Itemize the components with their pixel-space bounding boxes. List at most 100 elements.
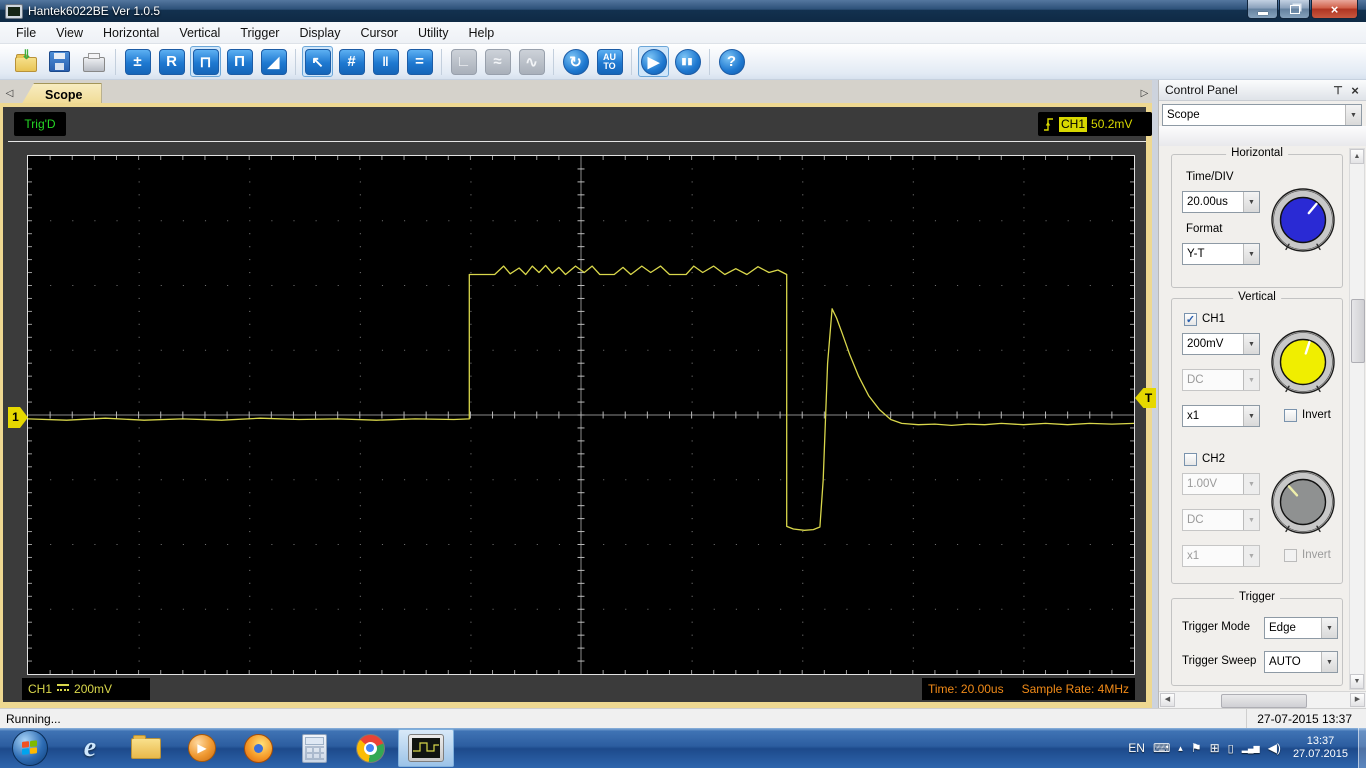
keyboard-icon[interactable]: ⌨ xyxy=(1153,741,1170,755)
auto-set-button[interactable]: AU TO xyxy=(594,46,625,77)
network-signal-icon[interactable]: ▂▄▆ xyxy=(1242,744,1260,753)
scope-separator xyxy=(8,141,1146,142)
taskbar-media-player[interactable]: ▶ xyxy=(174,729,230,767)
menu-bar: FileViewHorizontalVerticalTriggerDisplay… xyxy=(0,22,1366,44)
title-bar: Hantek6022BE Ver 1.0.5 × xyxy=(0,0,1366,22)
taskbar-hantek-scope[interactable] xyxy=(398,729,454,767)
chevron-down-icon: ▼ xyxy=(1243,546,1259,566)
ch1-scale-select[interactable]: 200mV▼ xyxy=(1182,333,1260,355)
ch2-position-knob[interactable] xyxy=(1268,467,1338,537)
system-tray: EN ⌨ ▴ ⚑ ⊞ ▯ ▂▄▆ ◀) 13:3727.07.2015 xyxy=(1128,728,1366,768)
panel-vertical-scrollbar[interactable]: ▲ ▼ xyxy=(1349,148,1365,690)
minimize-button[interactable] xyxy=(1247,0,1278,19)
file-explorer-icon xyxy=(131,738,161,759)
taskbar-internet-explorer[interactable]: e xyxy=(62,729,118,767)
math-button[interactable]: ± xyxy=(122,46,153,77)
chevron-down-icon: ▼ xyxy=(1243,192,1259,212)
start-button[interactable] xyxy=(12,730,48,766)
ch1-invert-checkbox[interactable] xyxy=(1284,409,1297,422)
trigger-sweep-label: Trigger Sweep xyxy=(1182,655,1256,667)
pin-icon[interactable]: ⊤ xyxy=(1330,84,1346,97)
pause-button[interactable]: ▮▮ xyxy=(672,46,703,77)
battery-icon[interactable]: ▯ xyxy=(1228,742,1234,755)
ramp-wave-icon: ◢ xyxy=(261,49,287,75)
help-button[interactable]: ? xyxy=(716,46,747,77)
panel-mode-select[interactable]: Scope▼ xyxy=(1162,104,1362,126)
trigger-info: CH1 50.2mV xyxy=(1038,112,1152,136)
ch1-probe-select[interactable]: x1▼ xyxy=(1182,405,1260,427)
toolbar-separator xyxy=(441,49,442,75)
chevron-down-icon: ▼ xyxy=(1321,652,1337,672)
action-center-icon[interactable]: ⚑ xyxy=(1191,741,1202,755)
internet-explorer-icon: e xyxy=(84,732,96,764)
cursor-pointer-button[interactable]: ↖ xyxy=(302,46,333,77)
menu-file[interactable]: File xyxy=(6,22,46,44)
scroll-left-icon[interactable]: ◀ xyxy=(1160,693,1175,707)
close-button[interactable]: × xyxy=(1311,0,1358,19)
time-div-select[interactable]: 20.00us▼ xyxy=(1182,191,1260,213)
scroll-down-icon[interactable]: ▼ xyxy=(1350,674,1364,689)
menu-cursor[interactable]: Cursor xyxy=(350,22,408,44)
taskbar-firefox[interactable] xyxy=(230,729,286,767)
language-indicator[interactable]: EN xyxy=(1128,741,1145,755)
panel-horizontal-scrollbar[interactable]: ◀ ▶ xyxy=(1159,691,1366,708)
chevron-down-icon: ▼ xyxy=(1243,370,1259,390)
windows-logo-icon xyxy=(22,740,38,756)
scroll-up-icon[interactable]: ▲ xyxy=(1350,149,1364,164)
taskbar-calculator[interactable] xyxy=(286,729,342,767)
ramp-wave-button[interactable]: ◢ xyxy=(258,46,289,77)
start-button[interactable]: ▶ xyxy=(638,46,669,77)
square-wave-icon: ⊓ xyxy=(193,49,219,75)
menu-help[interactable]: Help xyxy=(459,22,505,44)
ch1-checkbox[interactable] xyxy=(1184,313,1197,326)
tab-scroll-left-icon[interactable]: ◁ xyxy=(3,86,16,101)
taskbar-file-explorer[interactable] xyxy=(118,729,174,767)
pulse-wave-button[interactable]: Π xyxy=(224,46,255,77)
save-icon xyxy=(49,51,70,72)
save-button[interactable] xyxy=(44,46,75,77)
menu-vertical[interactable]: Vertical xyxy=(169,22,230,44)
format-select[interactable]: Y-T▼ xyxy=(1182,243,1260,265)
trigger-sweep-select[interactable]: AUTO▼ xyxy=(1264,651,1338,673)
windows-update-icon[interactable]: ⊞ xyxy=(1210,741,1220,755)
firefox-icon xyxy=(244,734,273,763)
trigger-mode-select[interactable]: Edge▼ xyxy=(1264,617,1338,639)
menu-display[interactable]: Display xyxy=(289,22,350,44)
volume-icon[interactable]: ◀) xyxy=(1268,741,1281,755)
scroll-right-icon[interactable]: ▶ xyxy=(1350,693,1365,707)
horizontal-scroll-thumb[interactable] xyxy=(1221,694,1307,708)
horizontal-cursor-icon: = xyxy=(407,49,433,75)
print-button[interactable] xyxy=(78,46,109,77)
vertical-scroll-thumb[interactable] xyxy=(1351,299,1365,363)
square-wave-button[interactable]: ⊓ xyxy=(190,46,221,77)
restore-button[interactable] xyxy=(1279,0,1310,19)
ch2-checkbox[interactable] xyxy=(1184,453,1197,466)
tray-clock[interactable]: 13:3727.07.2015 xyxy=(1293,735,1348,761)
menu-horizontal[interactable]: Horizontal xyxy=(93,22,169,44)
linear-interpolation-icon: ≈ xyxy=(485,49,511,75)
chevron-down-icon: ▼ xyxy=(1243,474,1259,494)
toolbar-separator xyxy=(553,49,554,75)
tab-scroll-right-icon[interactable]: ▷ xyxy=(1138,86,1151,101)
show-desktop-button[interactable] xyxy=(1358,728,1366,768)
horizontal-knob[interactable] xyxy=(1268,185,1338,255)
horizontal-cursor-button[interactable]: = xyxy=(404,46,435,77)
desktop: Hantek6022BE Ver 1.0.5 × FileViewHorizon… xyxy=(0,0,1366,768)
show-hidden-icon[interactable]: ▴ xyxy=(1178,743,1183,754)
reference-button[interactable]: R xyxy=(156,46,187,77)
vertical-cursor-button[interactable]: ‖ xyxy=(370,46,401,77)
horizontal-group-title: Horizontal xyxy=(1226,147,1288,159)
panel-close-icon[interactable]: × xyxy=(1346,83,1364,98)
sine-interpolation-icon: ∿ xyxy=(519,49,545,75)
menu-trigger[interactable]: Trigger xyxy=(230,22,289,44)
grid-display-button[interactable]: # xyxy=(336,46,367,77)
ch1-position-knob[interactable] xyxy=(1268,327,1338,397)
vertical-cursor-icon: ‖ xyxy=(373,49,399,75)
menu-utility[interactable]: Utility xyxy=(408,22,459,44)
menu-view[interactable]: View xyxy=(46,22,93,44)
refresh-button[interactable]: ↻ xyxy=(560,46,591,77)
taskbar-chrome[interactable] xyxy=(342,729,398,767)
open-button[interactable]: ⇓ xyxy=(10,46,41,77)
linear-interpolation-button: ≈ xyxy=(482,46,513,77)
import-arrow-icon: ⇓ xyxy=(21,47,32,63)
